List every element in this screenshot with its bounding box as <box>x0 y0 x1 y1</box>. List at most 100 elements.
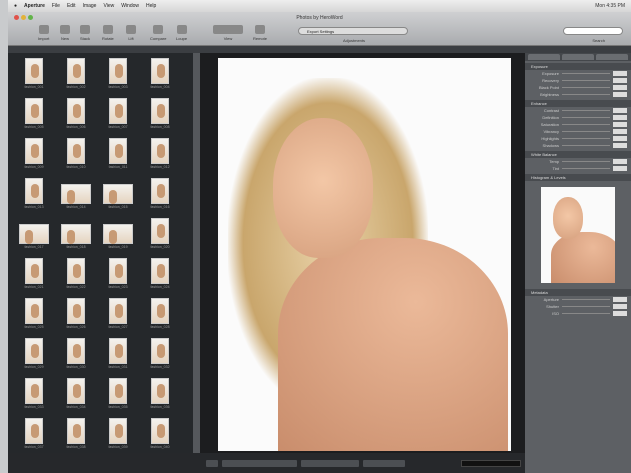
adjustment-slider[interactable] <box>562 313 610 314</box>
export-settings-control[interactable]: Export Settings <box>298 27 408 35</box>
adjustment-slider[interactable] <box>562 87 610 88</box>
thumbnail-item[interactable]: fashion_002 <box>56 53 96 89</box>
thumbnail-item[interactable]: fashion_026 <box>56 293 96 329</box>
thumbnail-item[interactable]: fashion_022 <box>56 253 96 289</box>
adjustment-slider[interactable] <box>562 161 610 162</box>
section-header[interactable]: Exposure <box>525 63 631 70</box>
thumbnail-item[interactable]: fashion_003 <box>98 53 138 89</box>
tab-metadata[interactable] <box>562 54 594 60</box>
adjustment-value[interactable] <box>613 92 627 97</box>
thumbnail-item[interactable]: fashion_034 <box>56 373 96 409</box>
thumbnail-item[interactable]: fashion_009 <box>14 133 54 169</box>
adjustment-slider[interactable] <box>562 168 610 169</box>
tools-controls[interactable] <box>363 459 405 467</box>
section-header[interactable]: Histogram & Levels <box>525 174 631 181</box>
thumbnail-item[interactable]: fashion_033 <box>14 373 54 409</box>
adjustment-slider[interactable] <box>562 80 610 81</box>
thumbnail-item[interactable]: fashion_027 <box>98 293 138 329</box>
adjustment-value[interactable] <box>613 311 627 316</box>
adjustment-value[interactable] <box>613 159 627 164</box>
stack-button[interactable]: Stack <box>80 25 90 41</box>
menu-image[interactable]: Image <box>83 3 97 9</box>
new-button[interactable]: New <box>60 25 70 41</box>
panel-splitter[interactable] <box>193 53 200 453</box>
thumbnail-item[interactable]: fashion_007 <box>98 93 138 129</box>
thumbnail-item[interactable]: fashion_025 <box>14 293 54 329</box>
thumbnail-item[interactable]: fashion_004 <box>140 53 180 89</box>
import-button[interactable]: Import <box>38 25 49 41</box>
remote-button[interactable]: Remote <box>253 25 267 41</box>
adjustment-value[interactable] <box>613 166 627 171</box>
thumbnail-item[interactable]: fashion_028 <box>140 293 180 329</box>
thumbnail-item[interactable]: fashion_021 <box>14 253 54 289</box>
adjustment-slider[interactable] <box>562 306 610 307</box>
adjustment-value[interactable] <box>613 85 627 90</box>
thumbnail-item[interactable]: fashion_010 <box>56 133 96 169</box>
rotate-controls[interactable] <box>222 459 297 467</box>
menu-app[interactable]: Aperture <box>24 3 45 9</box>
thumbnail-item[interactable]: fashion_014 <box>56 173 96 209</box>
adjustment-slider[interactable] <box>562 131 610 132</box>
adjustment-value[interactable] <box>613 297 627 302</box>
thumbnail-item[interactable]: fashion_030 <box>56 333 96 369</box>
adjustment-slider[interactable] <box>562 94 610 95</box>
lift-button[interactable]: Lift <box>126 25 136 41</box>
tab-adjustments[interactable] <box>596 54 628 60</box>
fullscreen-button[interactable] <box>206 459 218 467</box>
image-navigator[interactable] <box>461 459 521 467</box>
main-photo[interactable] <box>218 58 511 451</box>
thumbnail-item[interactable]: fashion_040 <box>140 413 180 449</box>
adjustment-slider[interactable] <box>562 117 610 118</box>
section-header[interactable]: White Balance <box>525 151 631 158</box>
menu-help[interactable]: Help <box>146 3 156 9</box>
adjustment-slider[interactable] <box>562 299 610 300</box>
adjustment-value[interactable] <box>613 143 627 148</box>
thumbnail-item[interactable]: fashion_024 <box>140 253 180 289</box>
tab-library[interactable] <box>528 54 560 60</box>
adjustment-value[interactable] <box>613 78 627 83</box>
adjustment-value[interactable] <box>613 108 627 113</box>
adjustment-slider[interactable] <box>562 110 610 111</box>
thumbnail-item[interactable]: fashion_031 <box>98 333 138 369</box>
menu-file[interactable]: File <box>52 3 60 9</box>
adjustment-slider[interactable] <box>562 145 610 146</box>
thumbnail-item[interactable]: fashion_008 <box>140 93 180 129</box>
apple-menu-icon[interactable]: ● <box>14 3 17 9</box>
thumbnail-item[interactable]: fashion_020 <box>140 213 180 249</box>
thumbnail-item[interactable]: fashion_036 <box>140 373 180 409</box>
thumbnail-item[interactable]: fashion_016 <box>140 173 180 209</box>
thumbnail-item[interactable]: fashion_023 <box>98 253 138 289</box>
crop-controls[interactable] <box>301 459 359 467</box>
adjustment-value[interactable] <box>613 71 627 76</box>
thumbnail-item[interactable]: fashion_032 <box>140 333 180 369</box>
thumbnail-item[interactable]: fashion_038 <box>56 413 96 449</box>
adjustment-value[interactable] <box>613 129 627 134</box>
adjustment-value[interactable] <box>613 115 627 120</box>
adjustment-value[interactable] <box>613 122 627 127</box>
adjustment-value[interactable] <box>613 136 627 141</box>
thumbnail-item[interactable]: fashion_018 <box>56 213 96 249</box>
thumbnail-item[interactable]: fashion_011 <box>98 133 138 169</box>
menu-window[interactable]: Window <box>121 3 139 9</box>
adjustment-value[interactable] <box>613 304 627 309</box>
thumbnail-item[interactable]: fashion_013 <box>14 173 54 209</box>
thumbnail-item[interactable]: fashion_019 <box>98 213 138 249</box>
section-header[interactable]: Metadata <box>525 289 631 296</box>
rotate-button[interactable]: Rotate <box>102 25 114 41</box>
menu-edit[interactable]: Edit <box>67 3 76 9</box>
loupe-button[interactable]: Loupe <box>176 25 187 41</box>
section-header[interactable]: Enhance <box>525 100 631 107</box>
thumbnail-item[interactable]: fashion_035 <box>98 373 138 409</box>
thumbnail-item[interactable]: fashion_006 <box>56 93 96 129</box>
compare-button[interactable]: Compare <box>150 25 166 41</box>
thumbnail-item[interactable]: fashion_037 <box>14 413 54 449</box>
thumbnail-item[interactable]: fashion_001 <box>14 53 54 89</box>
thumbnail-item[interactable]: fashion_029 <box>14 333 54 369</box>
adjustment-slider[interactable] <box>562 73 610 74</box>
thumbnail-item[interactable]: fashion_017 <box>14 213 54 249</box>
adjustment-slider[interactable] <box>562 124 610 125</box>
view-button[interactable]: View <box>213 25 243 41</box>
search-input[interactable] <box>563 27 623 35</box>
menu-view[interactable]: View <box>103 3 114 9</box>
adjustment-slider[interactable] <box>562 138 610 139</box>
